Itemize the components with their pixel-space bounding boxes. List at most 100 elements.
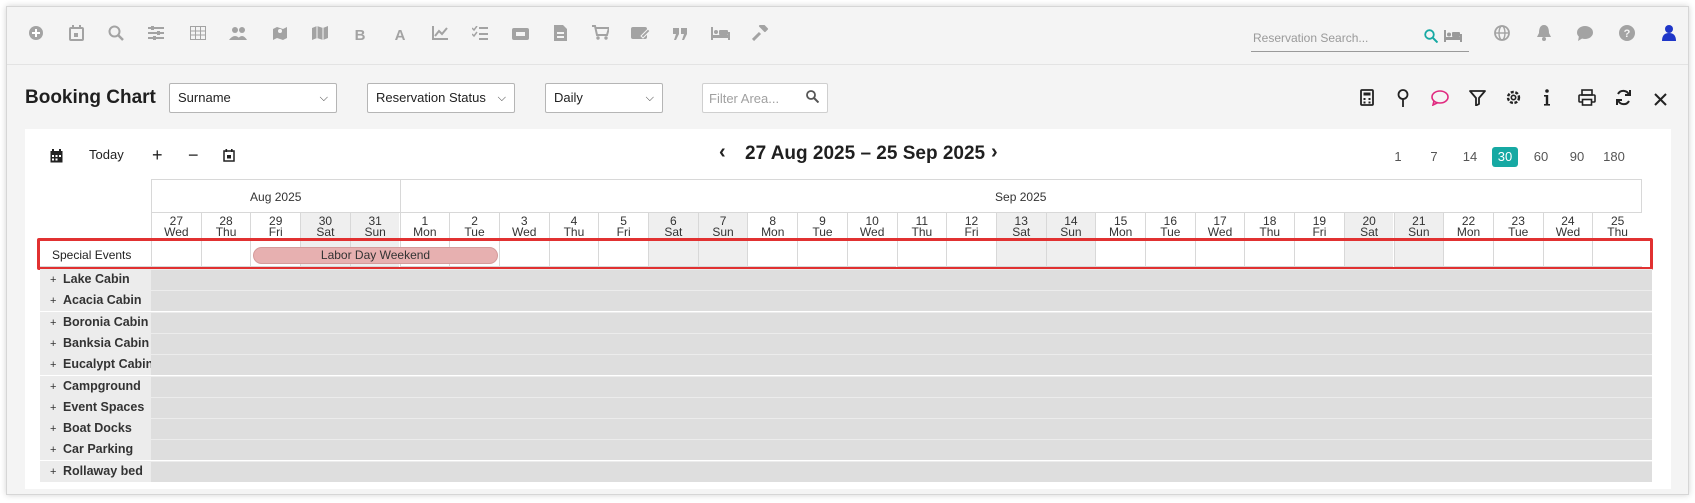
area-timeline[interactable] (151, 354, 1652, 376)
checklist-icon[interactable] (469, 25, 491, 47)
font-icon[interactable]: A (389, 25, 411, 47)
reservation-status-select[interactable]: Reservation Status ⌵ (367, 83, 515, 113)
day-of-week: Sat (664, 225, 683, 239)
area-name: Eucalypt Cabin (63, 357, 151, 372)
reservation-search (1251, 27, 1469, 52)
search-icon[interactable] (105, 25, 127, 47)
print-icon[interactable] (1575, 89, 1599, 113)
reservation-search-input[interactable] (1251, 27, 1423, 49)
globe-icon[interactable] (1491, 25, 1513, 47)
calendar-grid-icon[interactable] (50, 145, 63, 165)
sort-select-value: Surname (178, 90, 231, 105)
area-label[interactable]: + Lake Cabin (40, 269, 151, 290)
expand-icon[interactable]: + (50, 462, 63, 482)
area-timeline[interactable] (151, 375, 1652, 397)
comment-icon[interactable] (1428, 89, 1452, 113)
area-label[interactable]: + Eucalypt Cabin (40, 354, 151, 376)
cash-card-icon[interactable] (629, 25, 651, 47)
area-timeline[interactable] (151, 439, 1652, 461)
zoom-out-button[interactable]: − (188, 145, 199, 165)
area-timeline[interactable] (151, 311, 1652, 333)
area-label[interactable]: + Boronia Cabin (40, 311, 151, 333)
filter-area-input[interactable] (703, 84, 805, 112)
line-chart-icon[interactable] (429, 25, 451, 47)
app-window: B A Reservation Search... ? Booking Char… (6, 6, 1689, 495)
chat-icon[interactable] (1574, 25, 1596, 47)
bold-icon[interactable]: B (349, 25, 371, 47)
area-label[interactable]: + Banksia Cabin (40, 332, 151, 354)
bed-icon[interactable] (709, 25, 731, 47)
area-timeline[interactable] (151, 396, 1652, 418)
expand-icon[interactable]: + (50, 398, 63, 418)
previous-range-button[interactable]: ‹ (719, 141, 726, 164)
map-icon[interactable] (309, 25, 331, 47)
area-label[interactable]: + Campground (40, 375, 151, 397)
quote-icon[interactable] (669, 25, 691, 47)
calendar-icon[interactable] (65, 25, 87, 47)
grid-table-icon[interactable] (187, 25, 209, 47)
zoom-option-1[interactable]: 1 (1385, 147, 1411, 167)
area-timeline[interactable] (151, 418, 1652, 440)
day-of-week: Fri (616, 225, 631, 239)
info-icon[interactable] (1535, 89, 1559, 113)
help-icon[interactable]: ? (1616, 25, 1638, 47)
day-of-week: Mon (761, 225, 785, 239)
zoom-in-button[interactable]: + (152, 145, 163, 165)
zoom-option-14[interactable]: 14 (1457, 147, 1483, 167)
expand-icon[interactable]: + (50, 377, 63, 397)
area-label[interactable]: + Boat Docks (40, 418, 151, 440)
date-picker-icon[interactable] (223, 145, 235, 165)
bed-icon[interactable] (1444, 29, 1462, 45)
day-of-week: Mon (1108, 225, 1133, 239)
bell-icon[interactable] (1533, 25, 1555, 47)
next-range-button[interactable]: › (991, 141, 998, 164)
money-icon[interactable] (509, 25, 531, 47)
today-button[interactable]: Today (89, 145, 124, 165)
zoom-option-90[interactable]: 90 (1564, 147, 1590, 167)
day-of-week: Tue (1508, 225, 1529, 239)
filter-icon[interactable] (1465, 89, 1489, 113)
period-select[interactable]: Daily ⌵ (545, 83, 663, 113)
zoom-option-180[interactable]: 180 (1601, 147, 1627, 167)
users-icon[interactable] (227, 25, 249, 47)
plus-circle-icon[interactable] (25, 25, 47, 47)
day-of-week: Tue (1160, 225, 1181, 239)
area-label[interactable]: + Car Parking (40, 439, 151, 461)
gear-icon[interactable] (1501, 89, 1525, 113)
expand-icon[interactable]: + (50, 419, 63, 439)
area-name: Campground (63, 378, 141, 393)
user-icon[interactable] (1658, 25, 1680, 47)
expand-icon[interactable]: + (50, 270, 63, 290)
expand-icon[interactable]: + (50, 440, 63, 460)
zoom-option-30[interactable]: 30 (1492, 147, 1518, 167)
area-label[interactable]: + Rollaway bed (40, 460, 151, 482)
zoom-option-7[interactable]: 7 (1421, 147, 1447, 167)
sliders-icon[interactable] (145, 25, 167, 47)
sort-select[interactable]: Surname ⌵ (169, 83, 337, 113)
area-timeline[interactable] (151, 460, 1652, 482)
cart-icon[interactable] (589, 25, 611, 47)
area-row: + Banksia Cabin (40, 332, 1652, 354)
zoom-option-60[interactable]: 60 (1528, 147, 1554, 167)
search-icon[interactable] (1424, 29, 1439, 46)
document-icon[interactable] (549, 25, 571, 47)
area-label[interactable]: + Event Spaces (40, 396, 151, 418)
expand-icon[interactable]: + (50, 355, 63, 375)
gavel-icon[interactable] (749, 22, 771, 47)
map-pin-icon[interactable] (269, 25, 291, 47)
calculator-icon[interactable] (1355, 89, 1379, 113)
close-icon[interactable] (1648, 89, 1672, 113)
expand-icon[interactable]: + (50, 291, 63, 311)
area-row: + Lake Cabin (40, 269, 1652, 290)
area-timeline[interactable] (151, 269, 1652, 290)
day-of-week: Thu (1607, 225, 1628, 239)
expand-icon[interactable]: + (50, 313, 63, 333)
search-icon[interactable] (806, 90, 820, 106)
map-marker-icon[interactable] (1391, 89, 1415, 113)
refresh-icon[interactable] (1611, 89, 1635, 113)
area-row: + Campground (40, 375, 1652, 397)
area-timeline[interactable] (151, 332, 1652, 354)
area-timeline[interactable] (151, 290, 1652, 312)
expand-icon[interactable]: + (50, 334, 63, 354)
area-label[interactable]: + Acacia Cabin (40, 290, 151, 312)
